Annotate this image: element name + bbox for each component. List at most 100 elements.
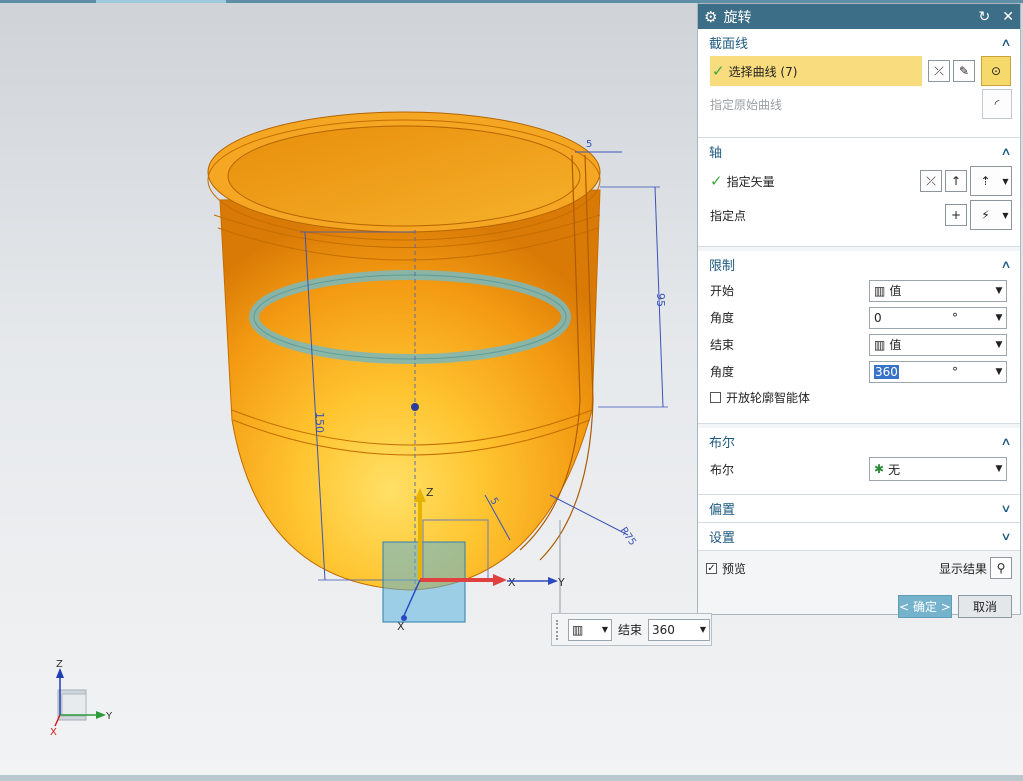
section-limits-title: 限制	[709, 258, 736, 274]
reset-icon[interactable]: ↻	[979, 9, 991, 25]
dialog-buttons: < 确定 > 取消	[698, 591, 1020, 621]
section-offset-header[interactable]: 偏置 ∨	[698, 495, 1020, 521]
section-curve-header[interactable]: 截面线 ∧	[698, 29, 1020, 55]
section-settings-group: 设置 ∨	[698, 523, 1020, 551]
corner-z-label: Z	[56, 659, 63, 670]
triad-x-label: X	[508, 576, 516, 589]
chevron-up-icon[interactable]: ∧	[1000, 258, 1011, 271]
gear-icon[interactable]: ⚙	[704, 8, 717, 26]
limit-type-select[interactable]: ▥ ▼	[568, 618, 612, 641]
select-curve-row[interactable]: ✓ 选择曲线 (7)	[710, 56, 922, 86]
reverse-direction-icon[interactable]: ⤫	[920, 170, 942, 192]
chevron-down-icon[interactable]: ▼	[992, 340, 1006, 350]
value-type-icon: ▥	[874, 337, 886, 352]
open-profile-label: 开放轮廓智能体	[726, 390, 811, 405]
specify-vector-label: 指定矢量	[726, 174, 775, 189]
deselect-icon[interactable]: ⤫	[928, 60, 950, 82]
section-offset-group: 偏置 ∨	[698, 495, 1020, 523]
start-angle-field[interactable]: 0 ° ▼	[869, 306, 1007, 329]
chevron-down-icon[interactable]: ▼	[602, 625, 611, 634]
boolean-none-icon: ✱	[874, 462, 885, 476]
end-type-value: 值	[889, 338, 902, 352]
chevron-down-icon[interactable]: ▼	[992, 464, 1006, 474]
preview-row: ✓ 预览 显示结果 ⚲	[698, 553, 1020, 583]
floatbar-end-value[interactable]: 360	[649, 623, 700, 637]
magnifier-icon[interactable]: ⚲	[990, 557, 1012, 579]
preview-label: 预览	[722, 561, 747, 576]
revolve-dialog: ⚙ 旋转 ↻ ✕ 截面线 ∧ ✓ 选择曲线 (7) ⤫ ✎ ⊙ 指定原始曲线 ◜…	[697, 3, 1021, 618]
ok-button[interactable]: < 确定 >	[898, 594, 952, 618]
section-offset-title: 偏置	[709, 502, 736, 518]
degree-unit: °	[952, 310, 958, 325]
section-axis-title: 轴	[709, 145, 723, 161]
chevron-down-icon[interactable]: ▼	[992, 286, 1006, 296]
corner-x-label: X	[50, 727, 57, 738]
corner-y-label: Y	[105, 711, 113, 722]
close-icon[interactable]: ✕	[1002, 9, 1014, 25]
cup-body[interactable]	[219, 189, 601, 591]
floatbar-end-label: 结束	[618, 623, 643, 637]
section-curve-group: 截面线 ∧ ✓ 选择曲线 (7) ⤫ ✎ ⊙ 指定原始曲线 ◜	[698, 29, 1020, 138]
dialog-title: 旋转	[723, 9, 752, 26]
original-curve-icon[interactable]: ◜	[982, 89, 1012, 119]
start-type-select[interactable]: ▥ 值 ▼	[869, 279, 1007, 302]
section-axis-group: 轴 ∧ ✓ 指定矢量 ⤫ ↑ ⇡ ▼ 指定点 + ⚡ ▼	[698, 138, 1020, 247]
section-settings-title: 设置	[709, 530, 736, 546]
select-curve-label: 选择曲线 (7)	[728, 64, 798, 79]
dialog-title-bar: ⚙ 旋转 ↻ ✕	[698, 4, 1020, 29]
chevron-down-icon[interactable]: ▼	[1000, 200, 1012, 230]
vector-dialog-icon[interactable]: ↑	[945, 170, 967, 192]
section-curve-title: 截面线	[709, 36, 749, 52]
triad-neg-x-label: X	[397, 620, 405, 633]
section-settings-header[interactable]: 设置 ∨	[698, 523, 1020, 549]
section-boolean-title: 布尔	[709, 435, 736, 451]
section-limits-header[interactable]: 限制 ∧	[698, 251, 1020, 277]
chevron-up-icon[interactable]: ∧	[1000, 435, 1011, 448]
start-type-value: 值	[889, 284, 902, 298]
section-axis-header[interactable]: 轴 ∧	[698, 138, 1020, 164]
cancel-button[interactable]: 取消	[958, 594, 1012, 618]
specify-point-label: 指定点	[710, 208, 747, 223]
open-profile-checkbox[interactable]	[710, 391, 721, 403]
start-angle-value[interactable]: 0	[870, 311, 952, 325]
section-limits-group: 限制 ∧ 开始 ▥ 值 ▼ 角度 0 ° ▼ 结束 ▥ 值 ▼ 角度 360 °…	[698, 251, 1020, 424]
check-icon: ✓	[712, 62, 725, 80]
dim-150[interactable]: 150	[313, 412, 326, 433]
chevron-down-icon[interactable]: ▼	[700, 625, 709, 634]
specify-original-curve-label: 指定原始曲线	[710, 97, 783, 112]
chevron-down-icon[interactable]: ▼	[992, 367, 1006, 377]
sketch-section-icon[interactable]: ✎	[953, 60, 975, 82]
chevron-down-icon[interactable]: ∨	[1000, 530, 1011, 543]
section-boolean-group: 布尔 ∧ 布尔 ✱ 无 ▼	[698, 428, 1020, 495]
floatbar-end-field[interactable]: 360 ▼	[648, 618, 711, 641]
preview-checkbox[interactable]: ✓	[706, 562, 717, 574]
axis-point[interactable]	[411, 403, 419, 411]
drag-handle[interactable]	[556, 619, 562, 640]
end-type-select[interactable]: ▥ 值 ▼	[869, 333, 1007, 356]
status-strip	[0, 775, 1023, 781]
boolean-select[interactable]: ✱ 无 ▼	[869, 457, 1007, 481]
value-type-icon: ▥	[874, 283, 886, 298]
chevron-down-icon[interactable]: ∨	[1000, 502, 1011, 515]
revolve-model-view[interactable]: 150 95 5 5 R75 Z X Y X Z Y X	[0, 0, 700, 781]
chevron-up-icon[interactable]: ∧	[1000, 36, 1011, 49]
section-boolean-header[interactable]: 布尔 ∧	[698, 428, 1020, 454]
check-icon: ✓	[710, 172, 723, 190]
curve-select-icon[interactable]: ⊙	[981, 56, 1011, 86]
chevron-up-icon[interactable]: ∧	[1000, 145, 1011, 158]
chevron-down-icon[interactable]: ▼	[992, 313, 1006, 323]
chevron-down-icon[interactable]: ▼	[1000, 166, 1012, 196]
vector-type-icon[interactable]: ⇡	[970, 166, 1000, 196]
point-type-icon[interactable]: ⚡	[970, 200, 1000, 230]
end-angle-value[interactable]: 360	[874, 364, 899, 379]
triad-y-label: Y	[557, 576, 565, 589]
dim-r75[interactable]: R75	[618, 525, 638, 547]
end-angle-field[interactable]: 360 ° ▼	[869, 360, 1007, 383]
degree-unit: °	[952, 364, 958, 379]
dim-5-top[interactable]: 5	[586, 139, 592, 150]
value-type-icon: ▥	[572, 622, 584, 637]
cup-opening	[227, 125, 581, 227]
boolean-value: 无	[888, 462, 901, 477]
point-dialog-icon[interactable]: +	[945, 204, 967, 226]
dim-95[interactable]: 95	[654, 293, 667, 307]
